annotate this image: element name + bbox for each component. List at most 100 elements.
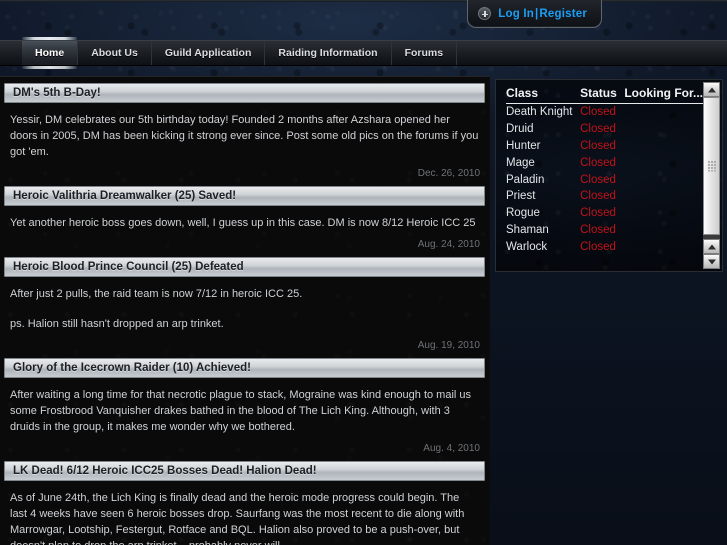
nav-item-label: Forums	[404, 47, 444, 59]
news-post: DM's 5th B-Day! Yessir, DM celebrates ou…	[0, 83, 489, 186]
news-post-title[interactable]: Heroic Blood Prince Council (25) Defeate…	[4, 257, 485, 277]
recruitment-table: Class Status Looking For... Death Knight…	[506, 84, 703, 255]
scrollbar-up-button-top[interactable]	[703, 82, 720, 97]
cell-status: Closed	[580, 106, 616, 119]
cell-class: Priest	[506, 190, 536, 203]
news-post-title[interactable]: DM's 5th B-Day!	[4, 83, 485, 103]
news-post-title[interactable]: Heroic Valithria Dreamwalker (25) Saved!	[4, 186, 485, 206]
recruitment-table-wrap: Class Status Looking For... Death Knight…	[496, 80, 703, 271]
cell-status: Closed	[580, 207, 616, 220]
cell-looking-for	[624, 171, 703, 188]
nav-item-label: Guild Application	[164, 47, 252, 59]
top-bar-rule	[0, 0, 727, 2]
scrollbar-up-button-bottom[interactable]	[703, 239, 720, 254]
cell-class: Shaman	[506, 223, 549, 236]
cell-looking-for	[624, 188, 703, 205]
news-post-body: As of June 24th, the Lich King is finall…	[0, 481, 489, 545]
cell-status: Closed	[580, 223, 616, 236]
login-pill[interactable]: Log In|Register	[467, 0, 602, 28]
cell-status: Closed	[580, 240, 616, 253]
cell-looking-for	[624, 238, 703, 255]
top-bar: Log In|Register	[0, 0, 727, 34]
nav-item-guild-application[interactable]: Guild Application	[152, 41, 266, 65]
news-post-body: Yet another heroic boss goes down, well,…	[0, 206, 489, 233]
nav-item-label: About Us	[91, 47, 138, 59]
scroll-up-arrow-icon	[707, 244, 716, 249]
register-link[interactable]: Register	[539, 8, 587, 20]
news-post-paragraph: Yet another heroic boss goes down, well,…	[10, 217, 476, 229]
news-column: DM's 5th B-Day! Yessir, DM celebrates ou…	[0, 76, 490, 545]
column-header-status: Status	[580, 84, 625, 104]
table-row: Hunter Closed	[506, 138, 703, 155]
table-row: Druid Closed	[506, 121, 703, 138]
scroll-down-arrow-icon	[707, 259, 716, 264]
scrollbar-down-button[interactable]	[703, 254, 720, 269]
cell-class: Hunter	[506, 139, 541, 152]
cell-status: Closed	[580, 139, 616, 152]
table-row: Priest Closed	[506, 188, 703, 205]
sidebar: Class Status Looking For... Death Knight…	[490, 76, 727, 545]
column-header-looking-for: Looking For...	[624, 84, 703, 104]
table-row: Paladin Closed	[506, 171, 703, 188]
scroll-up-arrow-icon	[707, 87, 716, 92]
news-post-body: After waiting a long time for that necro…	[0, 378, 489, 437]
main-navigation: Home About Us Guild Application Raiding …	[0, 37, 727, 69]
nav-item-about-us[interactable]: About Us	[78, 41, 152, 65]
page-root: Log In|Register Home About Us Guild Appl…	[0, 0, 727, 545]
table-row: Warlock Closed	[506, 238, 703, 255]
news-post-paragraph: After waiting a long time for that necro…	[10, 389, 472, 433]
news-post-date: Dec. 26, 2010	[417, 168, 480, 179]
nav-item-forums[interactable]: Forums	[392, 41, 458, 65]
cell-status: Closed	[580, 156, 616, 169]
news-post-body: After just 2 pulls, the raid team is now…	[0, 277, 489, 334]
cell-status: Closed	[580, 190, 616, 203]
scrollbar-track[interactable]	[703, 97, 720, 239]
news-post-body: Yessir, DM celebrates our 5th birthday t…	[0, 103, 489, 162]
cell-looking-for	[624, 121, 703, 138]
news-post-title[interactable]: LK Dead! 6/12 Heroic ICC25 Bosses Dead! …	[4, 461, 485, 481]
cell-looking-for	[624, 138, 703, 155]
cell-class: Death Knight	[506, 106, 573, 119]
cell-status: Closed	[580, 173, 616, 186]
cell-looking-for	[624, 221, 703, 238]
cell-class: Mage	[506, 156, 535, 169]
news-post: Heroic Blood Prince Council (25) Defeate…	[0, 257, 489, 358]
content-row: DM's 5th B-Day! Yessir, DM celebrates ou…	[0, 76, 727, 545]
scrollbar-grip-icon	[707, 160, 716, 172]
news-post-date: Aug. 24, 2010	[417, 239, 480, 250]
news-post: LK Dead! 6/12 Heroic ICC25 Bosses Dead! …	[0, 461, 489, 545]
news-post-paragraph: Yessir, DM celebrates our 5th birthday t…	[10, 114, 479, 158]
news-post-paragraph: As of June 24th, the Lich King is finall…	[10, 492, 465, 545]
table-row: Rogue Closed	[506, 205, 703, 222]
cell-status: Closed	[580, 123, 616, 136]
login-link[interactable]: Log In	[498, 8, 534, 20]
news-post-date: Aug. 19, 2010	[417, 340, 480, 351]
news-post-date: Aug. 4, 2010	[423, 443, 480, 454]
cell-looking-for	[624, 205, 703, 222]
recruitment-panel: Class Status Looking For... Death Knight…	[495, 79, 723, 272]
cell-looking-for	[624, 154, 703, 171]
cell-class: Druid	[506, 123, 534, 136]
recruitment-scrollbar[interactable]	[703, 82, 720, 269]
scrollbar-thumb[interactable]	[703, 97, 720, 235]
news-post-title[interactable]: Glory of the Icecrown Raider (10) Achiev…	[4, 358, 485, 378]
table-row: Shaman Closed	[506, 221, 703, 238]
cell-class: Warlock	[506, 240, 548, 253]
cell-class: Paladin	[506, 173, 545, 186]
news-post-paragraph: ps. Halion still hasn't dropped an arp t…	[10, 318, 224, 330]
nav-item-raiding-information[interactable]: Raiding Information	[265, 41, 392, 65]
plus-circle-icon	[478, 7, 492, 20]
table-row: Death Knight Closed	[506, 104, 703, 121]
table-row: Mage Closed	[506, 154, 703, 171]
login-links: Log In|Register	[498, 8, 587, 20]
table-header-row: Class Status Looking For...	[506, 84, 703, 104]
cell-looking-for	[624, 104, 703, 121]
column-header-class: Class	[506, 84, 581, 104]
news-post-paragraph: After just 2 pulls, the raid team is now…	[10, 288, 303, 300]
news-post: Glory of the Icecrown Raider (10) Achiev…	[0, 358, 489, 461]
nav-item-home[interactable]: Home	[22, 37, 79, 69]
cell-class: Rogue	[506, 207, 540, 220]
nav-item-label: Raiding Information	[278, 47, 378, 59]
nav-item-label: Home	[35, 47, 65, 59]
news-post: Heroic Valithria Dreamwalker (25) Saved!…	[0, 186, 489, 257]
